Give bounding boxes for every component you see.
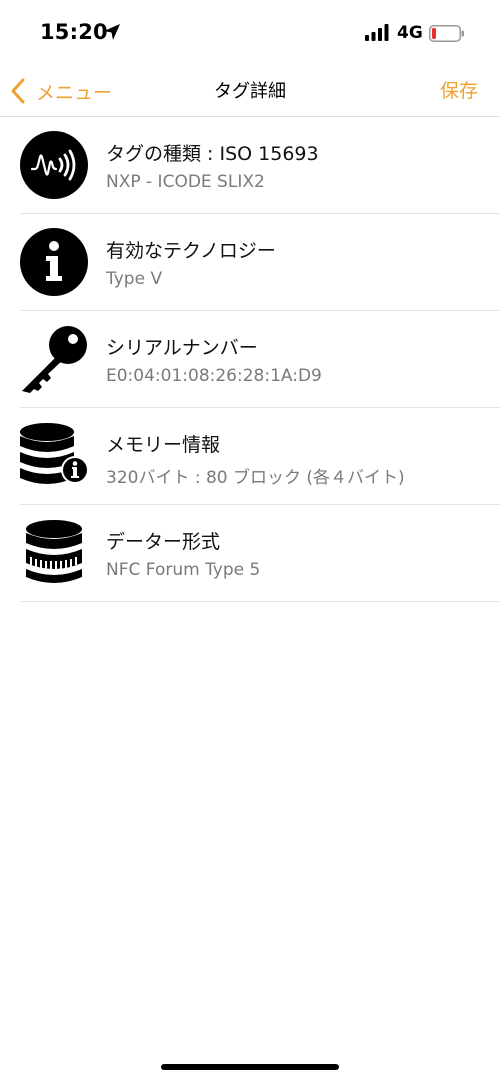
page-title: タグ詳細 (214, 81, 286, 102)
database-info-icon (20, 423, 88, 484)
row-value: NFC Forum Type 5 (106, 560, 261, 580)
network-type: 4G (397, 23, 423, 43)
battery-icon (429, 25, 464, 42)
nfc-tag-icon (20, 131, 88, 199)
list-item-technologies: 有効なテクノロジー Type V (20, 214, 500, 311)
row-title: データー形式 (106, 531, 221, 553)
tag-info-list: タグの種類 : ISO 15693 NXP - ICODE SLIX2 有効なテ… (20, 117, 500, 602)
info-icon (20, 228, 88, 296)
row-title: 有効なテクノロジー (106, 240, 276, 262)
row-value: NXP - ICODE SLIX2 (106, 172, 265, 192)
row-title: シリアルナンバー (106, 337, 258, 359)
status-bar: 15:20 4G (0, 0, 500, 66)
key-icon (22, 326, 87, 393)
signal-icon (365, 24, 389, 41)
list-item-serial-number: シリアルナンバー E0:04:01:08:26:28:1A:D9 (20, 311, 500, 408)
database-icon (26, 520, 82, 583)
navigation-bar: メニュー タグ詳細 保存 (0, 66, 500, 117)
row-value: 320バイト : 80 ブロック (各４バイト) (106, 468, 405, 488)
list-item-tag-type: タグの種類 : ISO 15693 NXP - ICODE SLIX2 (20, 117, 500, 214)
row-title: メモリー情報 (106, 434, 221, 456)
list-item-memory-info: メモリー情報 320バイト : 80 ブロック (各４バイト) (20, 408, 500, 505)
status-time: 15:20 (40, 20, 108, 44)
save-button[interactable]: 保存 (440, 76, 478, 103)
home-indicator[interactable] (161, 1064, 339, 1070)
row-value: Type V (106, 269, 163, 289)
row-title: タグの種類 : ISO 15693 (106, 143, 319, 165)
row-value: E0:04:01:08:26:28:1A:D9 (106, 366, 322, 386)
list-item-data-format: データー形式 NFC Forum Type 5 (20, 505, 500, 602)
location-arrow-icon (104, 24, 120, 40)
